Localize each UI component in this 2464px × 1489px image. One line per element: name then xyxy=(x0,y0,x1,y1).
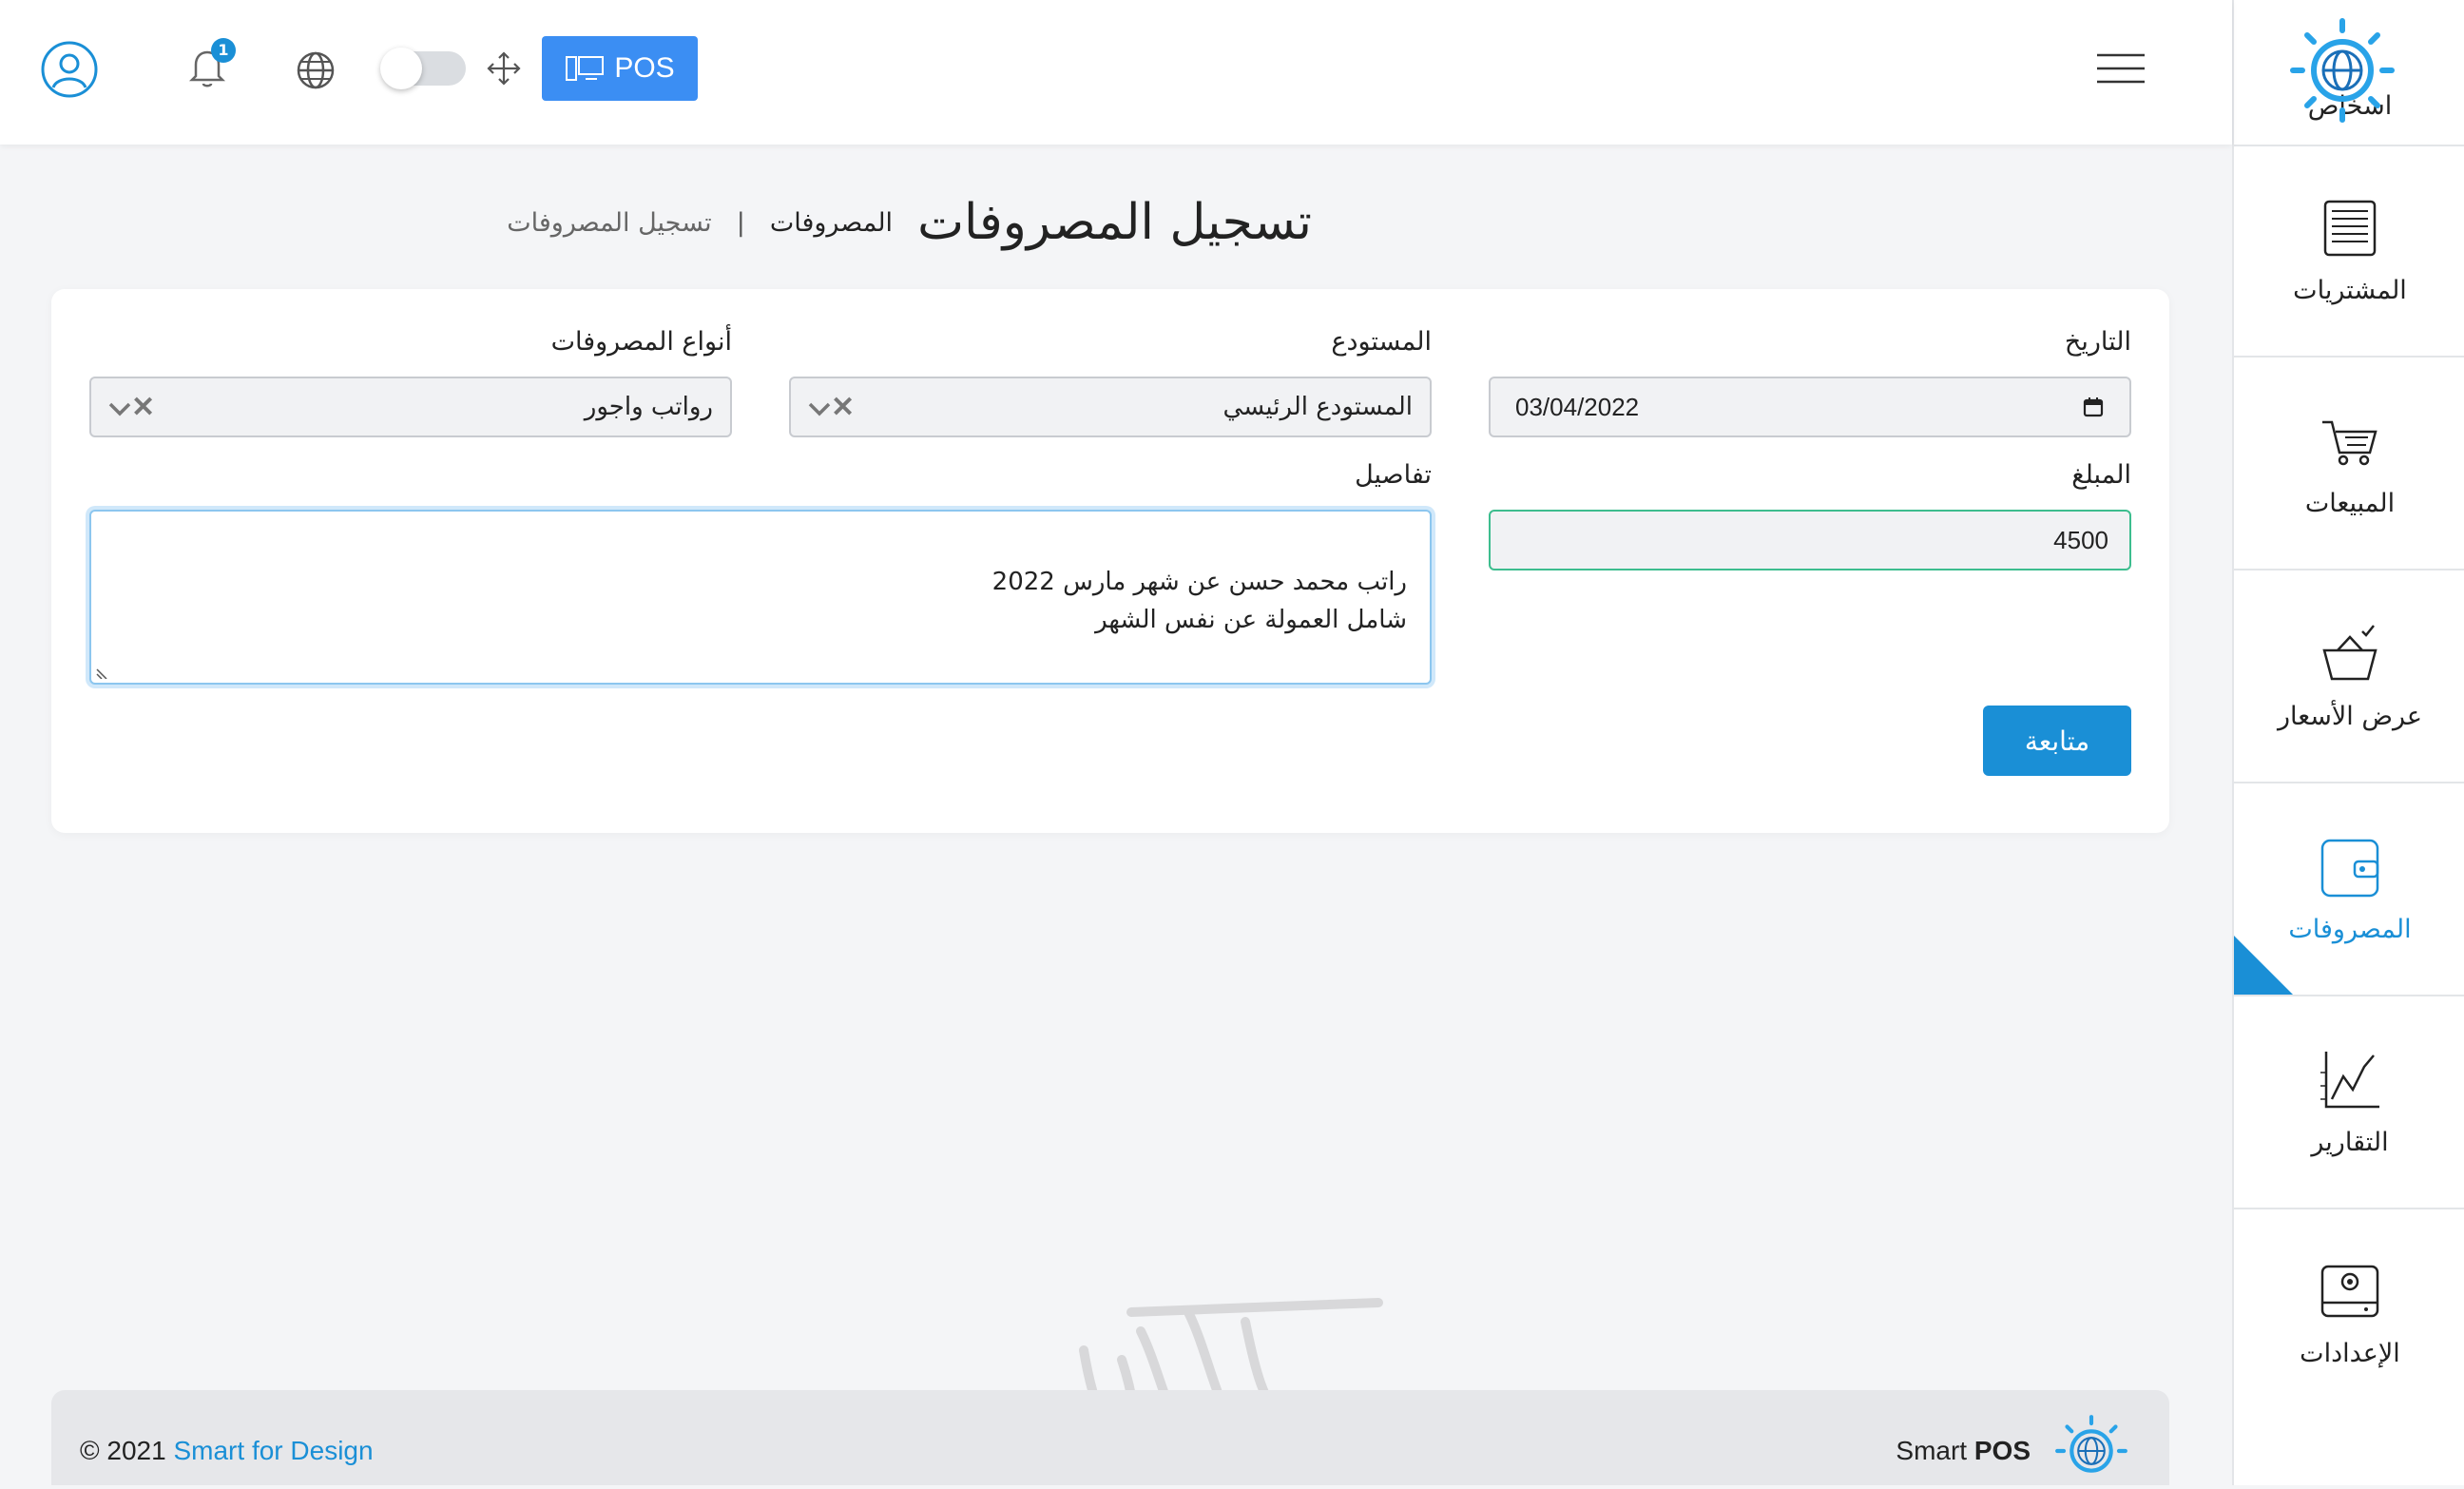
sidebar-item-settings[interactable]: الإعدادات xyxy=(2234,1209,2464,1485)
amount-label: المبلغ xyxy=(2071,460,2131,490)
clear-icon: ✕ xyxy=(131,391,156,423)
copyright-prefix: © 2021 xyxy=(80,1436,174,1465)
expense-type-clear-control[interactable]: ✕ xyxy=(108,391,155,424)
date-input[interactable]: 03/04/2022 xyxy=(1489,377,2131,437)
fullscreen-icon[interactable] xyxy=(485,49,523,87)
details-textarea[interactable]: راتب محمد حسن عن شهر مارس 2022 شامل العم… xyxy=(89,510,1432,685)
pos-button-label: POS xyxy=(614,52,675,84)
details-value: راتب محمد حسن عن شهر مارس 2022 شامل العم… xyxy=(991,568,1407,634)
expense-type-select[interactable]: رواتب واجور ✕ xyxy=(89,377,732,437)
sidebar-item-quotations[interactable]: عرض الأسعار xyxy=(2234,570,2464,783)
amount-value: 4500 xyxy=(2053,525,2108,554)
user-avatar-icon[interactable] xyxy=(40,40,99,99)
sidebar-item-label: المصروفات xyxy=(2288,914,2412,944)
pos-terminal-icon xyxy=(566,56,605,81)
menu-hamburger-icon[interactable] xyxy=(2097,51,2145,86)
page-header: تسجيل المصروفات المصروفات | تسجيل المصرو… xyxy=(507,194,1312,251)
notification-badge: 1 xyxy=(211,38,236,63)
warehouse-clear-control[interactable]: ✕ xyxy=(808,391,855,424)
sidebar-item-label: المشتريات xyxy=(2293,275,2407,305)
amount-input[interactable]: 4500 xyxy=(1489,510,2131,570)
copyright-text: © 2021 Smart for Design xyxy=(80,1436,374,1466)
sidebar: اشخاص المشتريات المبيعات عرض الأسعار الم… xyxy=(2232,0,2464,1485)
app-logo-icon[interactable] xyxy=(2287,15,2397,126)
resize-handle-icon[interactable] xyxy=(95,666,108,679)
expense-type-value: رواتب واجور xyxy=(584,393,713,421)
breadcrumb-current: تسجيل المصروفات xyxy=(507,207,712,238)
sidebar-item-reports[interactable]: التقارير xyxy=(2234,996,2464,1209)
breadcrumb-separator: | xyxy=(736,207,745,238)
language-globe-icon[interactable] xyxy=(293,48,338,93)
sidebar-item-expenses[interactable]: المصروفات xyxy=(2234,783,2464,996)
top-bar: 1 POS xyxy=(0,0,2395,145)
theme-toggle[interactable] xyxy=(380,48,466,89)
date-label: التاريخ xyxy=(2064,327,2131,357)
warehouse-label: المستودع xyxy=(1331,327,1432,357)
clear-icon: ✕ xyxy=(831,391,856,423)
basket-check-icon xyxy=(2322,624,2377,680)
sidebar-item-label: المبيعات xyxy=(2304,488,2396,518)
toggle-knob xyxy=(380,48,422,89)
sidebar-item-label: التقارير xyxy=(2311,1127,2389,1157)
warehouse-select[interactable]: المستودع الرئيسي ✕ xyxy=(789,377,1432,437)
copyright-brand-link[interactable]: Smart for Design xyxy=(173,1436,373,1465)
details-label: تفاصيل xyxy=(1355,460,1432,490)
expense-form-card: التاريخ المستودع أنواع المصروفات 03/04/2… xyxy=(51,289,2169,833)
footer-brand-text: Smart xyxy=(1896,1436,1974,1465)
date-value: 03/04/2022 xyxy=(1515,392,1640,421)
active-indicator xyxy=(2234,936,2293,995)
chart-line-icon xyxy=(2320,1051,2379,1108)
wallet-icon xyxy=(2320,839,2379,897)
warehouse-value: المستودع الرئيسي xyxy=(1222,393,1413,421)
calendar-icon[interactable] xyxy=(2082,396,2105,418)
invoice-icon xyxy=(2323,200,2377,256)
sidebar-item-label: الإعدادات xyxy=(2300,1339,2400,1368)
chevron-down-icon xyxy=(808,402,831,416)
footer-logo-icon xyxy=(2055,1415,2127,1473)
footer-brand-bold: POS xyxy=(1973,1436,2031,1465)
sidebar-item-purchases[interactable]: المشتريات xyxy=(2234,145,2464,358)
page-title: تسجيل المصروفات xyxy=(917,194,1312,251)
sidebar-item-sales[interactable]: المبيعات xyxy=(2234,358,2464,570)
cart-icon xyxy=(2322,420,2377,465)
footer-brand: Smart POS xyxy=(1896,1436,2031,1466)
footer: © 2021 Smart for Design Smart POS xyxy=(51,1390,2169,1485)
continue-button[interactable]: متابعة xyxy=(1983,706,2131,776)
expense-type-label: أنواع المصروفات xyxy=(550,327,732,357)
pos-button[interactable]: POS xyxy=(542,36,698,101)
sidebar-item-label: عرض الأسعار xyxy=(2277,701,2423,731)
breadcrumb-parent[interactable]: المصروفات xyxy=(770,208,893,238)
chevron-down-icon xyxy=(108,402,131,416)
settings-device-icon xyxy=(2320,1265,2379,1318)
